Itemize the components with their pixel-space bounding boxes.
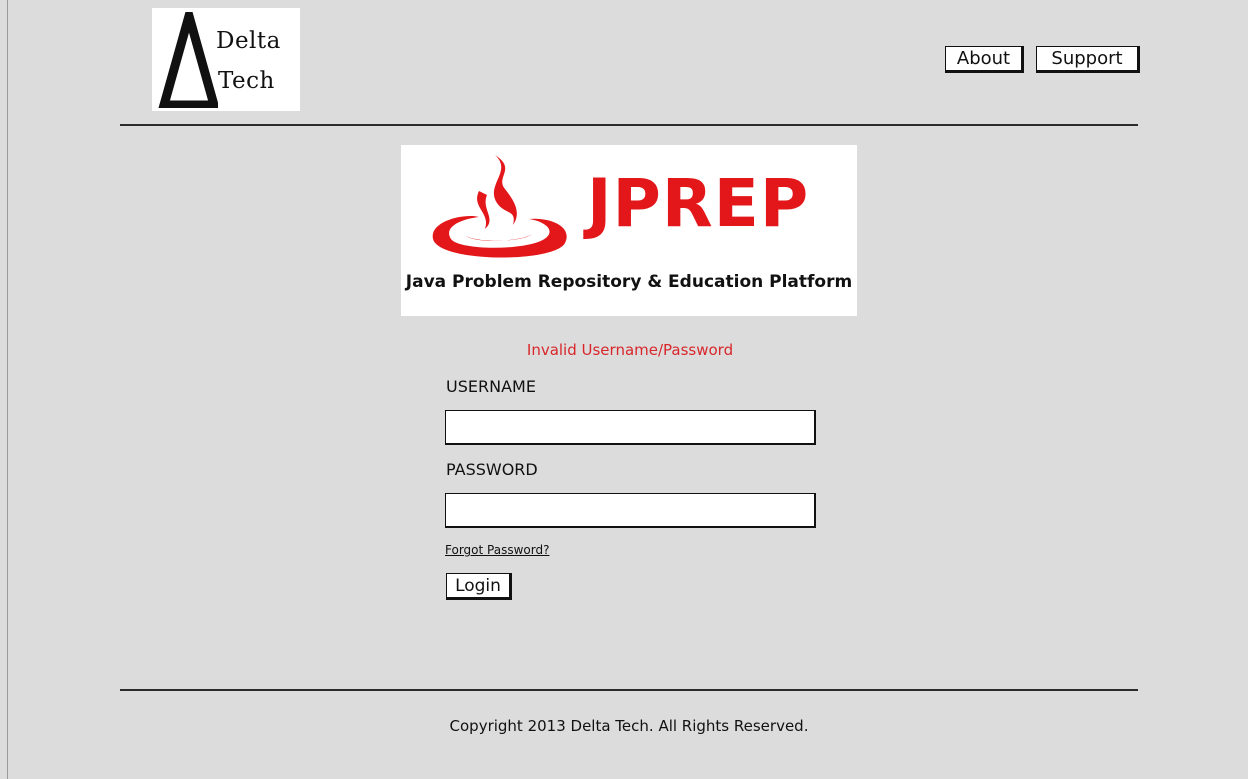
copyright-text: Copyright 2013 Delta Tech. All Rights Re… bbox=[449, 717, 809, 735]
window-edge bbox=[7, 0, 8, 779]
delta-tech-logo[interactable]: Delta Tech bbox=[152, 8, 300, 111]
forgot-password-link[interactable]: Forgot Password? bbox=[445, 543, 549, 557]
java-flame-cup-icon bbox=[432, 155, 567, 258]
product-banner: JPREP Java Problem Repository & Educatio… bbox=[401, 145, 857, 316]
support-button[interactable]: Support bbox=[1036, 46, 1140, 73]
about-button[interactable]: About bbox=[945, 46, 1024, 73]
product-tagline: Java Problem Repository & Education Plat… bbox=[405, 272, 853, 292]
password-label: PASSWORD bbox=[446, 460, 538, 479]
footer-divider bbox=[120, 689, 1138, 691]
product-name: JPREP bbox=[587, 165, 810, 242]
login-button[interactable]: Login bbox=[446, 573, 512, 600]
password-input[interactable] bbox=[445, 493, 816, 528]
login-page: Delta Tech About Support JPREP Java Prob… bbox=[0, 0, 1248, 779]
logo-text-tech: Tech bbox=[218, 68, 275, 94]
username-label: USERNAME bbox=[446, 377, 536, 396]
login-error-message: Invalid Username/Password bbox=[526, 341, 734, 359]
username-input[interactable] bbox=[445, 410, 816, 445]
delta-triangle-icon bbox=[158, 12, 218, 108]
logo-text-delta: Delta bbox=[216, 28, 281, 54]
header-divider bbox=[120, 124, 1138, 126]
